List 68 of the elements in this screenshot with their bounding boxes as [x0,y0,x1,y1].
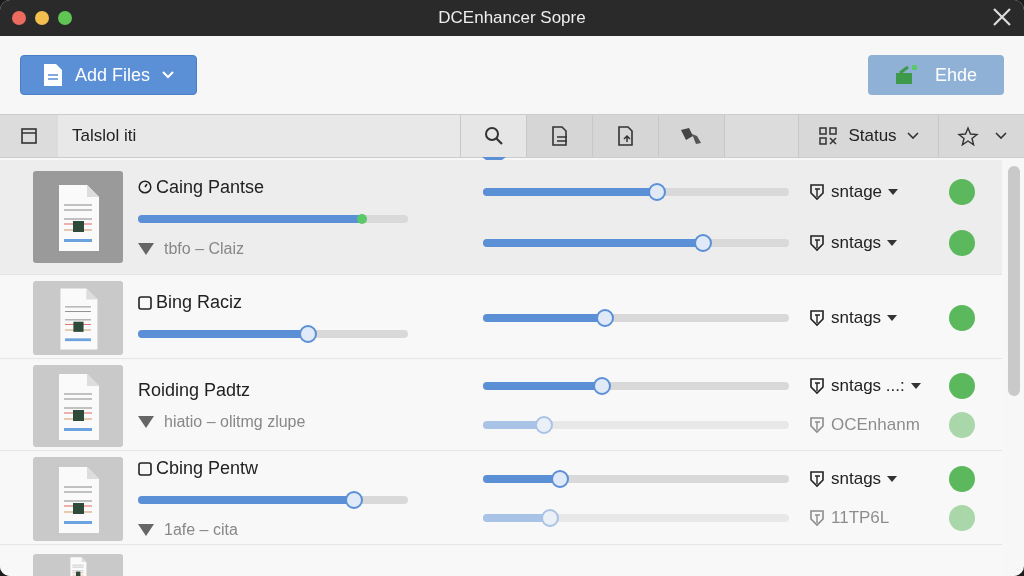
file-details: hiatio – olitmg zlupe [164,413,306,431]
file-name: Caing Pantse [156,176,265,198]
zoom-light[interactable] [58,11,72,25]
status-dot [949,373,975,400]
folder-icon [894,65,917,85]
caret-icon [887,475,898,482]
status-dot [949,465,975,492]
stage-dropdown[interactable]: sntags [809,307,929,328]
stage-dropdown[interactable]: sntags ...: [809,376,929,397]
tag-icon [809,415,825,434]
funnel-icon [138,416,154,428]
checkbox[interactable] [138,461,152,476]
checkbox[interactable] [21,128,37,144]
file-name: Cbing Pentw [156,458,259,479]
column-header: Talslol iti [72,126,137,146]
file-name: Roiding Padtz [138,380,251,401]
star-icon [956,126,979,146]
toolbar-button[interactable] [592,115,658,157]
tag-icon [809,182,825,201]
status-dot [949,178,975,205]
tag-icon [679,127,704,145]
file-name: Bing Raciz [156,292,243,313]
window-title: DCEnhancer Sopre [438,8,586,27]
caret-icon [888,188,899,195]
toolbar-button[interactable] [658,115,724,157]
file-details: tbfo – Claiz [164,239,245,258]
search-icon [483,126,504,146]
document-icon [549,126,570,146]
caret-icon [887,239,898,246]
tag-icon [809,308,825,327]
caret-icon [887,314,898,321]
file-details: 1afe – cita [164,521,238,539]
status-dot [949,505,975,532]
funnel-icon [138,524,154,536]
tag-icon [809,469,825,488]
file-row[interactable]: Caing Pantse tbfo – Claiz sntage sntags [0,160,1002,275]
scrollbar[interactable] [1008,166,1020,396]
minimize-light[interactable] [35,11,49,25]
slider[interactable] [483,182,789,201]
clock-icon [138,180,152,194]
toolbar-button[interactable] [526,115,592,157]
slider[interactable] [483,509,789,528]
tag-icon [809,377,825,396]
tag-icon [809,509,825,528]
status-dot [949,304,975,331]
status-dot [949,229,975,256]
chevron-icon [162,71,175,79]
slider[interactable] [483,469,789,488]
slider[interactable] [483,308,789,327]
status-dropdown[interactable]: Status [798,115,938,157]
caret-icon [910,383,921,390]
slider[interactable] [483,415,789,434]
funnel-icon [138,242,154,255]
document-icon [43,63,63,87]
close-light[interactable] [12,11,26,25]
slider[interactable] [483,233,789,252]
document-icon [615,126,636,146]
chevron-icon [906,132,919,140]
status-dot [949,411,975,438]
stage-dropdown[interactable]: sntags [809,468,929,489]
stage-dropdown[interactable]: sntage [809,181,929,202]
grid-icon [818,126,839,146]
checkbox[interactable] [138,295,152,310]
tag-icon [809,233,825,252]
slider[interactable] [483,377,789,396]
chevron-icon [994,132,1007,140]
stage-dropdown[interactable]: sntags [809,232,929,253]
favorites-dropdown[interactable] [938,115,1024,157]
